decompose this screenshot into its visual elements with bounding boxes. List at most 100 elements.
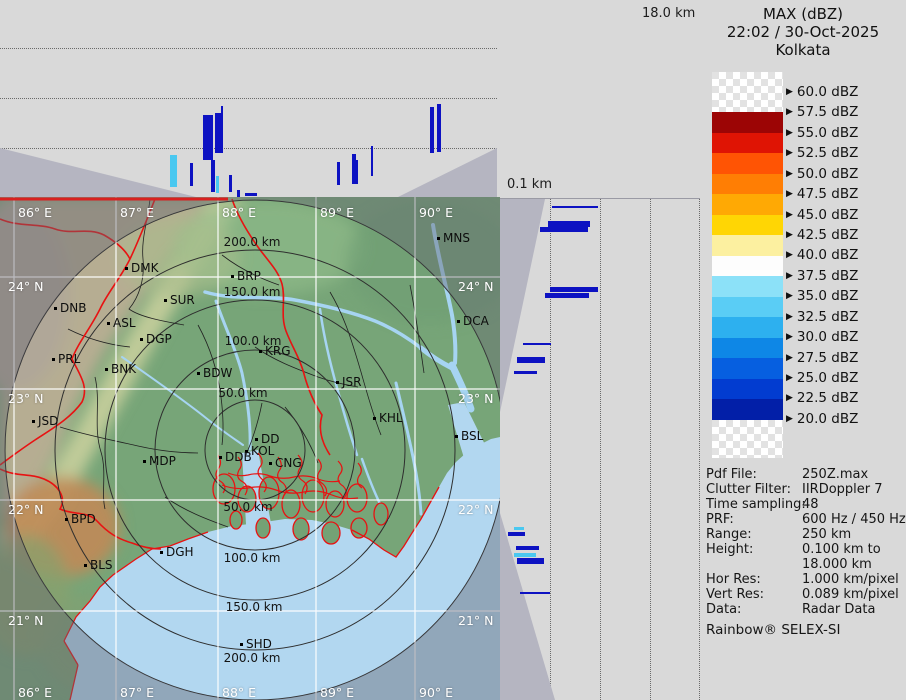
legend-entry-label: 60.0 dBZ bbox=[797, 84, 858, 100]
legend-panel: MAX (dBZ) 22:02 / 30-Oct-2025 Kolkata ▶ … bbox=[700, 0, 906, 700]
city-dot-icon bbox=[140, 338, 143, 341]
legend-entry: ▶ 50.0 dBZ bbox=[786, 163, 858, 183]
range-ring-label: 200.0 km bbox=[224, 235, 281, 249]
echo-bar bbox=[430, 107, 434, 153]
color-band bbox=[712, 174, 783, 195]
city-code-label: JSD bbox=[38, 414, 58, 428]
info-value: 600 Hz / 450 Hz bbox=[802, 512, 906, 527]
info-row: Vert Res: 0.089 km/pixel bbox=[704, 587, 904, 602]
info-label: Data: bbox=[706, 602, 741, 617]
range-ring-label: 100.0 km bbox=[224, 551, 281, 565]
timestamp: 22:02 / 30-Oct-2025 bbox=[700, 23, 906, 41]
color-band bbox=[712, 379, 783, 400]
height-gridline bbox=[0, 148, 497, 149]
city-code-label: KRG bbox=[265, 344, 291, 358]
legend-entry: ▶ 47.5 dBZ bbox=[786, 184, 858, 204]
beam-blockage-wedge-bottom bbox=[500, 513, 555, 700]
range-ring-label: 150.0 km bbox=[224, 285, 281, 299]
color-band bbox=[712, 153, 783, 174]
city-dot-icon bbox=[457, 320, 460, 323]
city-code-label: CNG bbox=[275, 456, 302, 470]
city-dot-icon bbox=[269, 462, 272, 465]
tick-arrow-icon: ▶ bbox=[786, 393, 793, 403]
longitude-label: 90° E bbox=[419, 685, 453, 700]
info-label: PRF: bbox=[706, 512, 734, 527]
tick-arrow-icon: ▶ bbox=[786, 353, 793, 363]
legend-entry-label: 37.5 dBZ bbox=[797, 268, 858, 284]
echo-bar bbox=[237, 190, 240, 197]
color-band bbox=[712, 358, 783, 379]
color-bands bbox=[712, 112, 783, 420]
latitude-label: 24° N bbox=[8, 279, 43, 294]
info-value: 1.000 km/pixel bbox=[802, 572, 899, 587]
top-height-profile-panel bbox=[0, 0, 500, 197]
info-row: Time sampling: 48 bbox=[704, 497, 904, 512]
city-code-label: BSL bbox=[461, 429, 483, 443]
latitude-label: 21° N bbox=[8, 613, 43, 628]
city-dot-icon bbox=[125, 267, 128, 270]
city-dot-icon bbox=[164, 299, 167, 302]
tick-arrow-icon: ▶ bbox=[786, 250, 793, 260]
info-row: Height: 0.100 km to bbox=[704, 542, 904, 557]
longitude-label: 89° E bbox=[320, 685, 354, 700]
legend-entry-label: 57.5 dBZ bbox=[797, 104, 858, 120]
info-row: Pdf File: 250Z.max bbox=[704, 467, 904, 482]
city-dot-icon bbox=[32, 420, 35, 423]
legend-header: MAX (dBZ) 22:02 / 30-Oct-2025 Kolkata bbox=[700, 5, 906, 59]
city-marker: DDB bbox=[219, 450, 252, 464]
longitude-label: 88° E bbox=[222, 685, 256, 700]
city-code-label: SUR bbox=[170, 293, 195, 307]
longitude-label: 90° E bbox=[419, 205, 453, 220]
info-label: Time sampling: bbox=[706, 497, 806, 512]
longitude-label: 89° E bbox=[320, 205, 354, 220]
echo-bar bbox=[337, 162, 340, 185]
city-dot-icon bbox=[84, 564, 87, 567]
city-code-label: MNS bbox=[443, 231, 470, 245]
latitude-label: 21° N bbox=[458, 613, 493, 628]
city-dot-icon bbox=[54, 307, 57, 310]
color-band bbox=[712, 256, 783, 277]
echo-bar bbox=[545, 293, 589, 298]
echo-bar bbox=[514, 371, 537, 374]
color-band bbox=[712, 297, 783, 318]
legend-entry-label: 45.0 dBZ bbox=[797, 207, 858, 223]
longitude-label: 87° E bbox=[120, 205, 154, 220]
legend-entry-label: 50.0 dBZ bbox=[797, 166, 858, 182]
city-marker: SHD bbox=[240, 637, 272, 651]
info-value: 48 bbox=[802, 497, 819, 512]
city-marker: SUR bbox=[164, 293, 195, 307]
legend-entry: ▶ 60.0 dBZ bbox=[786, 82, 858, 102]
city-marker: JSR bbox=[336, 375, 362, 389]
city-dot-icon bbox=[197, 372, 200, 375]
city-marker: BPD bbox=[65, 512, 96, 526]
info-value: Radar Data bbox=[802, 602, 875, 617]
software-brand: Rainbow® SELEX-SI bbox=[706, 622, 840, 638]
city-marker: DNB bbox=[54, 301, 86, 315]
echo-bar bbox=[520, 592, 550, 594]
info-value: 250Z.max bbox=[802, 467, 868, 482]
tick-arrow-icon: ▶ bbox=[786, 332, 793, 342]
city-marker: BSL bbox=[455, 429, 483, 443]
city-code-label: BRP bbox=[237, 269, 261, 283]
legend-entry: ▶ 57.5 dBZ bbox=[786, 102, 858, 122]
info-value: 18.000 km bbox=[802, 557, 872, 572]
latitude-label: 23° N bbox=[8, 391, 43, 406]
info-value: IIRDoppler 7 bbox=[802, 482, 883, 497]
color-band bbox=[712, 215, 783, 236]
echo-bar bbox=[221, 106, 223, 153]
echo-bar bbox=[508, 532, 525, 536]
beam-blockage-wedge-top bbox=[500, 199, 545, 412]
radar-display-window: 18.0 km 0.1 km bbox=[0, 0, 906, 700]
echo-bar bbox=[540, 227, 588, 232]
color-band bbox=[712, 276, 783, 297]
height-axis-min-label: 0.1 km bbox=[507, 177, 552, 192]
tick-arrow-icon: ▶ bbox=[786, 373, 793, 383]
range-ring-label: 50.0 km bbox=[223, 500, 272, 514]
city-marker: BLS bbox=[84, 558, 113, 572]
city-marker: MDP bbox=[143, 454, 176, 468]
legend-entry: ▶ 37.5 dBZ bbox=[786, 266, 858, 286]
echo-bar bbox=[203, 115, 213, 160]
tick-arrow-icon: ▶ bbox=[786, 271, 793, 281]
echo-bar bbox=[514, 553, 536, 557]
latitude-label: 23° N bbox=[458, 391, 493, 406]
